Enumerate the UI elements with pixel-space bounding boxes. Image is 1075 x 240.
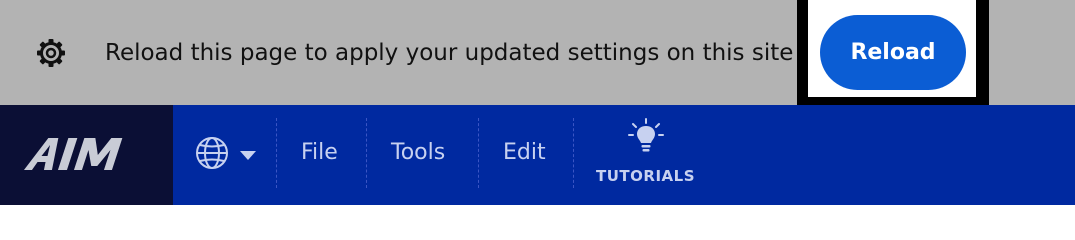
toolbar-divider <box>366 118 367 188</box>
language-selector[interactable] <box>190 120 270 190</box>
tutorials-button[interactable]: TUTORIALS <box>592 118 702 198</box>
menu-edit[interactable]: Edit <box>503 140 546 165</box>
tutorials-label: TUTORIALS <box>596 167 695 185</box>
lightbulb-icon <box>627 118 665 158</box>
gear-icon <box>36 38 66 68</box>
toolbar-divider <box>478 118 479 188</box>
app-logo[interactable] <box>0 105 173 205</box>
toolbar-divider <box>276 118 277 188</box>
aim-logo-icon <box>23 138 123 170</box>
banner-message: Reload this page to apply your updated s… <box>105 40 794 66</box>
chevron-down-icon <box>239 146 257 165</box>
reload-button[interactable]: Reload <box>820 15 966 90</box>
toolbar-divider <box>573 118 574 188</box>
menu-file[interactable]: File <box>301 140 338 165</box>
globe-icon <box>195 136 229 174</box>
menu-tools[interactable]: Tools <box>391 140 445 165</box>
